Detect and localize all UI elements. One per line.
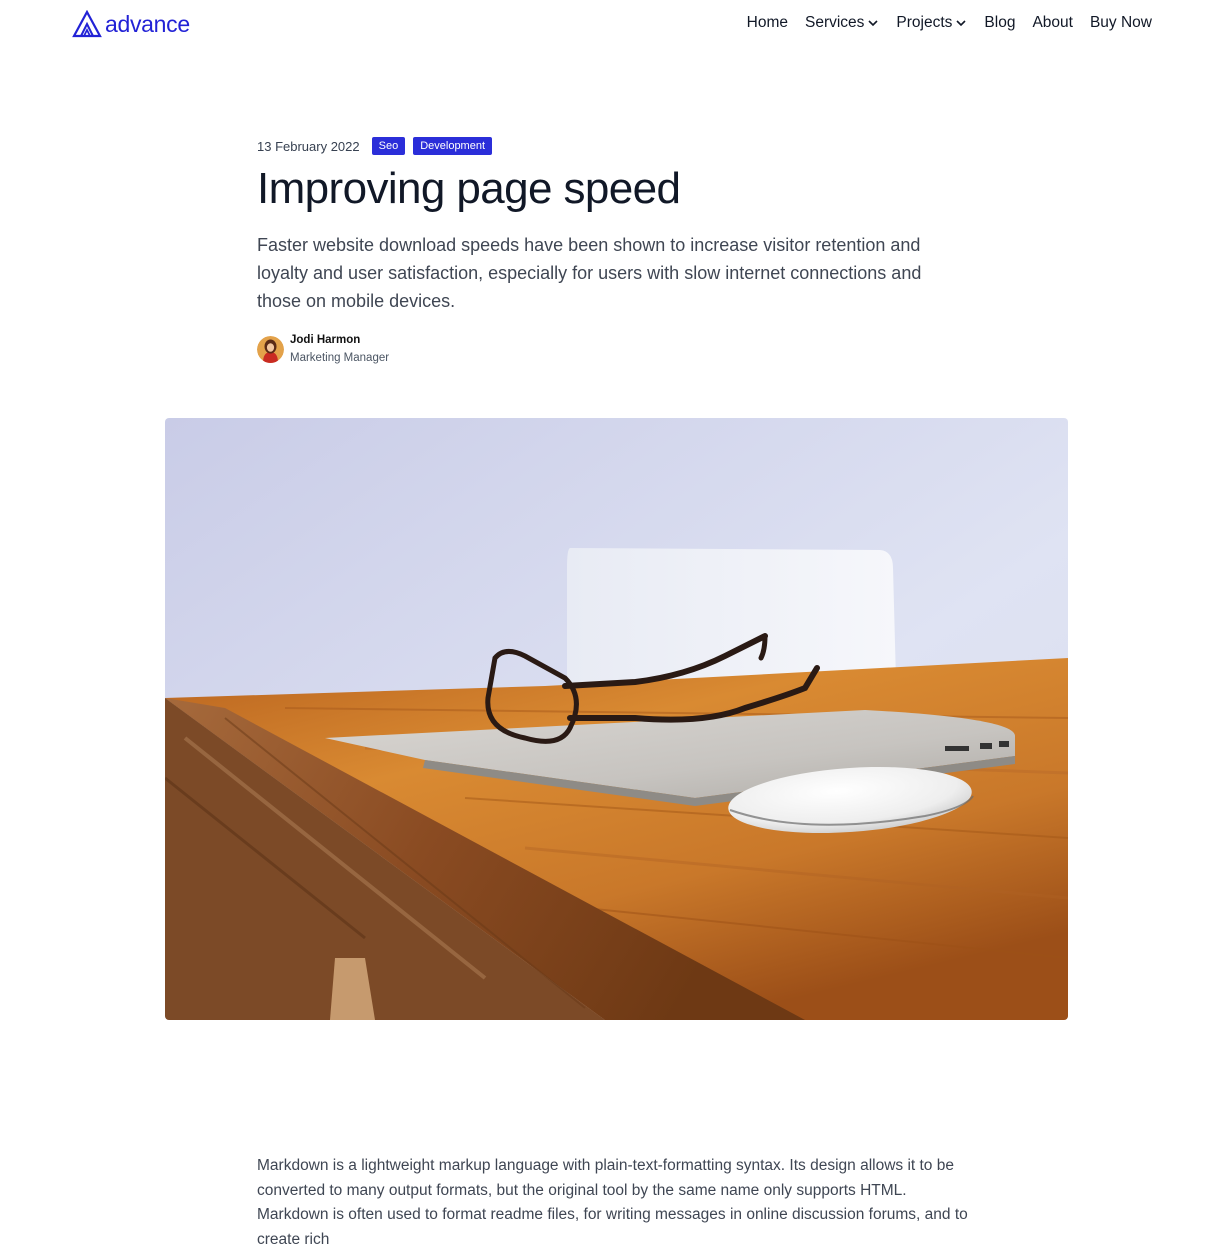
nav-home-label: Home <box>746 14 788 31</box>
nav-services-label: Services <box>804 14 865 31</box>
author-info: Jodi Harmon Marketing Manager <box>290 333 389 365</box>
nav-blog-label: Blog <box>984 14 1016 31</box>
nav-buy-now-label: Buy Now <box>1089 14 1152 31</box>
author-role: Marketing Manager <box>290 352 390 364</box>
nav-services[interactable]: Services <box>805 14 879 32</box>
hero-image <box>165 418 1068 1020</box>
post-meta: 13 February 2022 Seo Development <box>257 137 500 155</box>
nav-home[interactable]: Home <box>747 14 788 32</box>
avatar <box>257 335 284 363</box>
post-title: Improving page speed <box>257 164 681 213</box>
post-body-paragraph: Markdown is a lightweight markup languag… <box>257 1157 968 1248</box>
author-name: Jodi Harmon <box>290 334 361 346</box>
nav-blog[interactable]: Blog <box>984 14 1015 32</box>
nav-projects-label: Projects <box>896 14 953 31</box>
nav-buy-now[interactable]: Buy Now <box>1090 14 1152 32</box>
chevron-down-icon <box>955 17 967 29</box>
nav-about[interactable]: About <box>1032 14 1073 32</box>
nav-about-label: About <box>1032 14 1073 31</box>
author-block: Jodi Harmon Marketing Manager <box>257 333 389 365</box>
post-lede: Faster website download speeds have been… <box>257 235 922 311</box>
logo-link[interactable]: advance <box>72 10 190 38</box>
tag-seo[interactable]: Seo <box>371 137 406 155</box>
site-header: advance Home Services Projects Blog Abou… <box>0 0 1232 52</box>
nav-projects[interactable]: Projects <box>896 14 967 32</box>
advance-logo-icon <box>72 10 102 38</box>
post-date: 13 February 2022 <box>257 138 360 154</box>
logo-text: advance <box>105 10 190 37</box>
tag-development[interactable]: Development <box>413 137 493 155</box>
chevron-down-icon <box>867 17 879 29</box>
main-nav: Home Services Projects Blog About Buy No… <box>730 14 1152 32</box>
